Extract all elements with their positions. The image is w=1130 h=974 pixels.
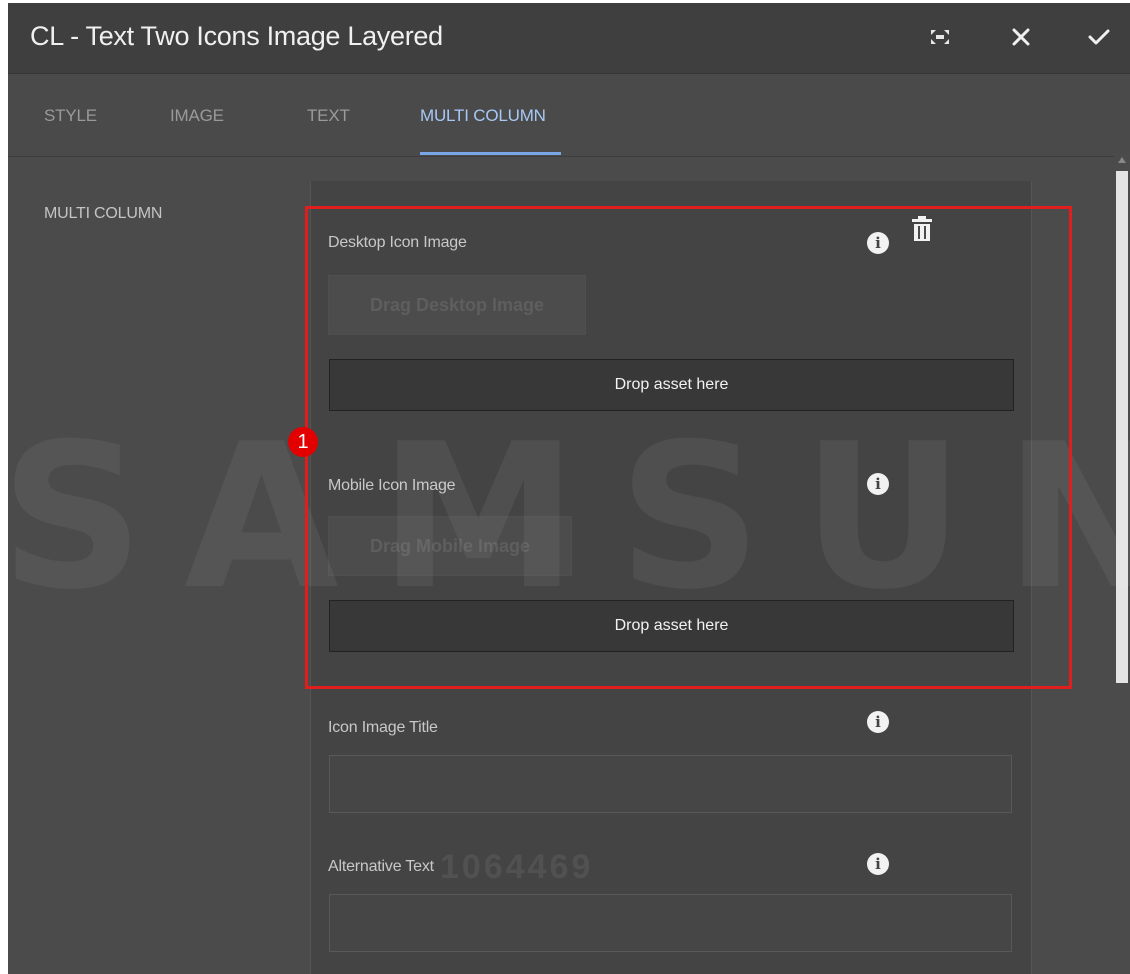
mobile-drop-zone[interactable]: Drop asset here bbox=[329, 600, 1014, 652]
info-icon[interactable]: i bbox=[867, 711, 889, 733]
icon-title-label: Icon Image Title bbox=[328, 719, 438, 736]
desktop-drop-zone[interactable]: Drop asset here bbox=[329, 359, 1014, 411]
tab-style[interactable]: STYLE bbox=[44, 106, 97, 126]
dialog: CL - Text Two Icons Image Layered STYLE … bbox=[8, 3, 1130, 974]
fullscreen-button[interactable] bbox=[920, 17, 960, 57]
info-icon[interactable]: i bbox=[867, 232, 889, 254]
section-label: MULTI COLUMN bbox=[44, 205, 163, 222]
dialog-titlebar: CL - Text Two Icons Image Layered bbox=[8, 3, 1130, 74]
scrollbar[interactable] bbox=[1114, 153, 1130, 974]
dialog-title: CL - Text Two Icons Image Layered bbox=[30, 21, 443, 51]
scrollbar-thumb[interactable] bbox=[1116, 171, 1128, 683]
tab-bar: STYLE IMAGE TEXT MULTI COLUMN bbox=[8, 74, 1130, 157]
info-icon[interactable]: i bbox=[867, 473, 889, 495]
close-icon bbox=[1012, 28, 1030, 46]
checkmark-icon bbox=[1088, 29, 1110, 45]
alt-text-label: Alternative Text bbox=[328, 858, 434, 875]
drag-mobile-image-button[interactable]: Drag Mobile Image bbox=[328, 516, 572, 576]
tab-multi-column[interactable]: MULTI COLUMN bbox=[420, 106, 546, 126]
alt-text-input[interactable] bbox=[329, 894, 1012, 952]
drag-desktop-image-button[interactable]: Drag Desktop Image bbox=[328, 275, 586, 335]
tab-text[interactable]: TEXT bbox=[307, 106, 350, 126]
confirm-button[interactable] bbox=[1079, 17, 1119, 57]
icon-title-input[interactable] bbox=[329, 755, 1012, 813]
fullscreen-icon bbox=[931, 30, 949, 44]
delete-button[interactable] bbox=[911, 216, 933, 247]
close-button[interactable] bbox=[1001, 17, 1041, 57]
tab-image[interactable]: IMAGE bbox=[170, 106, 224, 126]
active-tab-indicator bbox=[420, 152, 561, 155]
trash-icon bbox=[912, 216, 932, 241]
scroll-up-arrow-icon[interactable] bbox=[1118, 157, 1126, 163]
mobile-icon-label: Mobile Icon Image bbox=[328, 477, 456, 494]
desktop-icon-label: Desktop Icon Image bbox=[328, 234, 467, 251]
info-icon[interactable]: i bbox=[867, 853, 889, 875]
annotation-badge: 1 bbox=[288, 427, 318, 457]
